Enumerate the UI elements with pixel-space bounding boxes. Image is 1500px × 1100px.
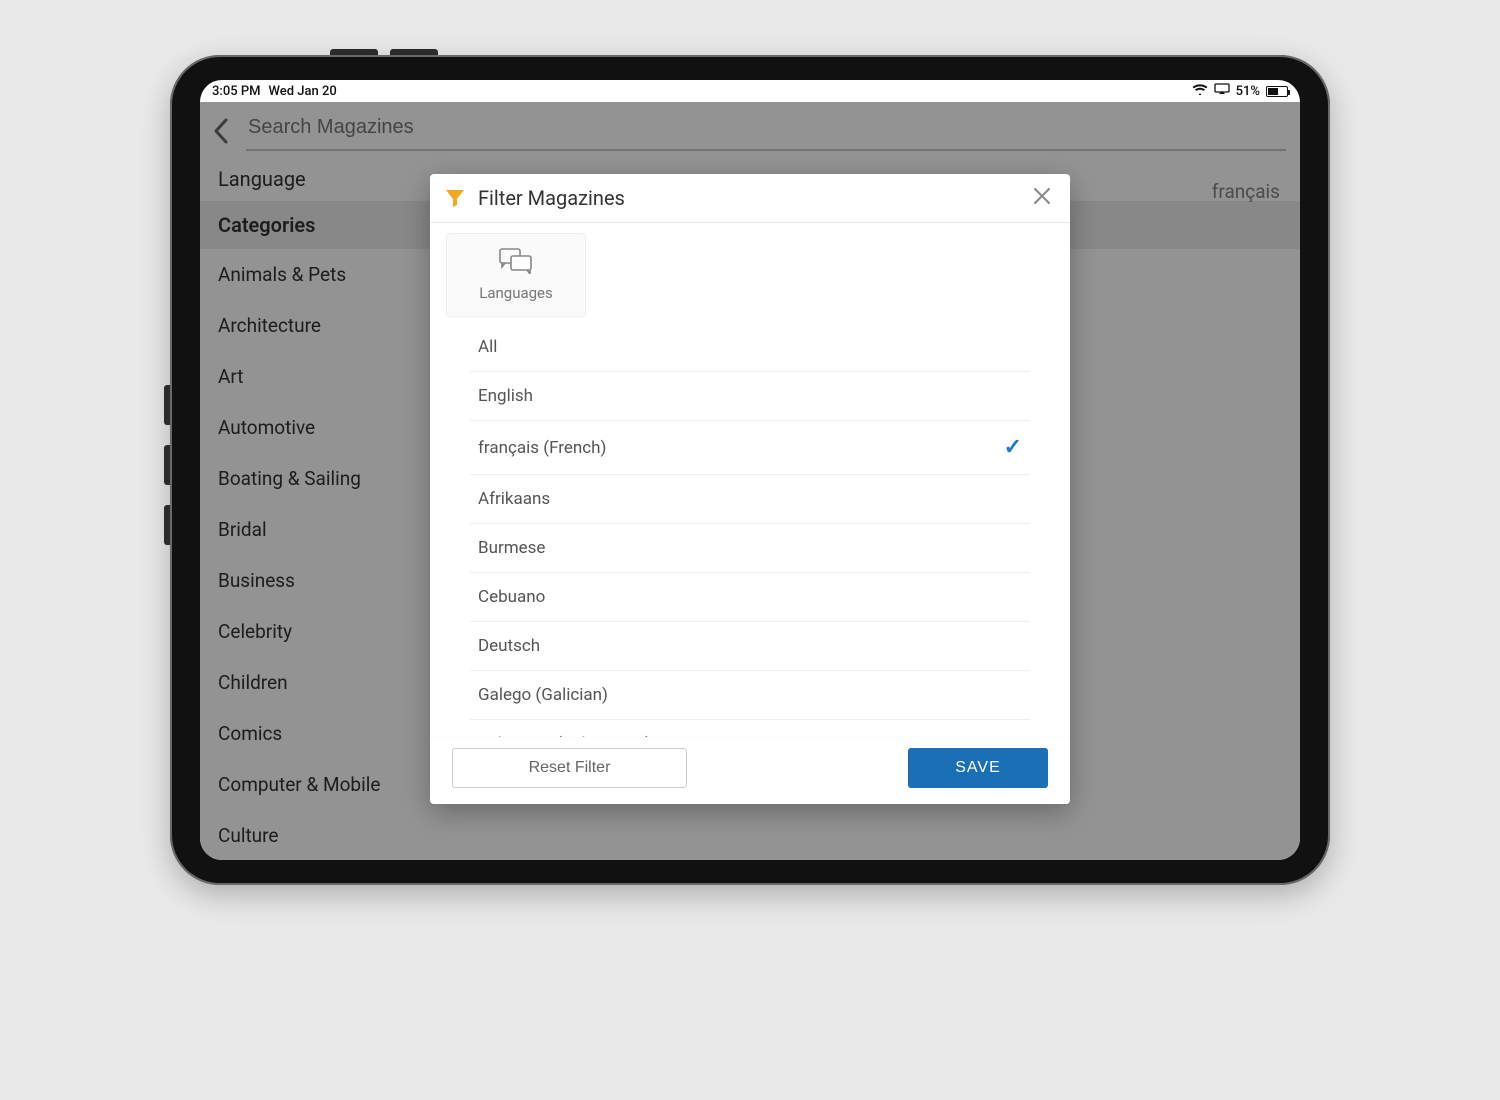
filter-modal: Filter Magazines Languages All English fra… — [430, 174, 1070, 804]
language-option[interactable]: Cebuano — [470, 573, 1030, 622]
language-option[interactable]: Afrikaans — [470, 475, 1030, 524]
language-option[interactable]: Deutsch — [470, 622, 1030, 671]
status-bar: 3:05 PM Wed Jan 20 51% — [200, 80, 1300, 102]
language-option[interactable]: English — [470, 372, 1030, 421]
language-option-label: français (French) — [478, 438, 606, 458]
language-option-label: Galego (Galician) — [478, 685, 608, 705]
language-option-label: Afrikaans — [478, 489, 550, 509]
language-option-label: All — [478, 337, 497, 357]
language-option[interactable]: All — [470, 323, 1030, 372]
filter-icon — [444, 187, 466, 209]
ipad-frame: 3:05 PM Wed Jan 20 51% fra — [170, 55, 1330, 885]
modal-header: Filter Magazines — [430, 174, 1070, 223]
language-option[interactable]: Galego (Galician) — [470, 671, 1030, 720]
language-option[interactable]: Burmese — [470, 524, 1030, 573]
screen: 3:05 PM Wed Jan 20 51% fra — [200, 80, 1300, 860]
device-top-buttons — [330, 49, 438, 55]
checkmark-icon: ✓ — [1004, 435, 1022, 460]
airplay-icon — [1214, 83, 1230, 99]
modal-title: Filter Magazines — [478, 186, 1016, 210]
reset-filter-button[interactable]: Reset Filter — [452, 748, 687, 788]
battery-pct: 51% — [1236, 84, 1260, 99]
modal-tabs: Languages — [430, 223, 1070, 317]
speech-bubbles-icon — [499, 248, 533, 278]
language-list[interactable]: All English français (French) ✓ Afrikaans Bur… — [430, 317, 1070, 737]
modal-footer: Reset Filter SAVE — [430, 737, 1070, 804]
status-date: Wed Jan 20 — [269, 84, 337, 99]
wifi-icon — [1192, 83, 1208, 99]
language-option-label: English — [478, 386, 533, 406]
status-time: 3:05 PM — [212, 84, 261, 99]
battery-icon — [1266, 86, 1288, 97]
device-side-buttons — [164, 385, 170, 565]
app-content: français Language Categories Animals & P… — [200, 102, 1300, 860]
language-option-label: Cebuano — [478, 587, 545, 607]
tab-languages[interactable]: Languages — [446, 233, 586, 317]
tab-languages-label: Languages — [479, 284, 553, 302]
language-option-label: Deutsch — [478, 636, 540, 656]
language-option[interactable]: Indonesia (Indonesian) — [470, 720, 1030, 737]
save-button[interactable]: SAVE — [908, 748, 1048, 788]
language-option-label: Burmese — [478, 538, 545, 558]
close-button[interactable] — [1028, 184, 1056, 212]
language-option[interactable]: français (French) ✓ — [470, 421, 1030, 475]
